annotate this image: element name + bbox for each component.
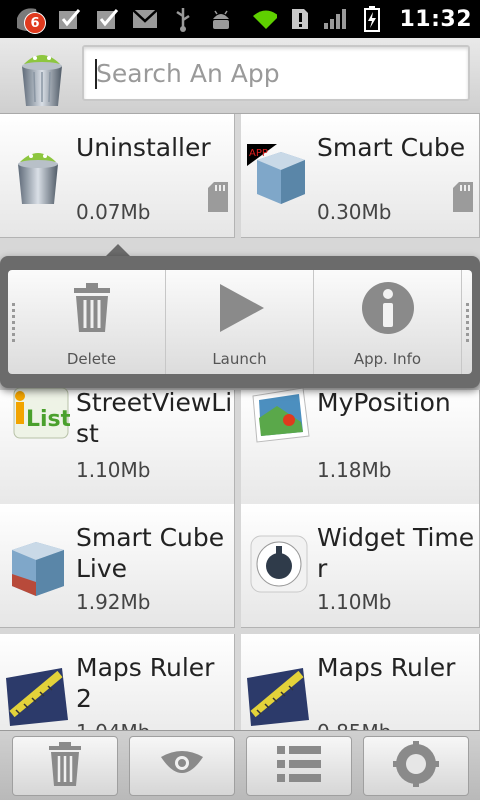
left-grip bbox=[8, 270, 18, 374]
status-bar: 6 11:32 bbox=[0, 0, 480, 38]
app-name: Widget Timer bbox=[317, 523, 475, 583]
app-size: 1.10Mb bbox=[76, 458, 151, 482]
settings-icon bbox=[392, 740, 439, 791]
app-tile-maps-ruler[interactable]: Maps Ruler 0.85Mb bbox=[241, 634, 480, 730]
app-tile-uninstaller[interactable]: Uninstaller 0.07Mb bbox=[0, 114, 235, 238]
app-size: 0.85Mb bbox=[317, 720, 391, 730]
wifi-icon bbox=[251, 6, 278, 32]
myposition-icon bbox=[247, 384, 311, 448]
app-name: StreetViewList bbox=[76, 388, 233, 448]
smart-cube-app-icon: APP bbox=[247, 144, 311, 208]
app-size: 1.10Mb bbox=[317, 590, 392, 614]
sd-card-icon bbox=[451, 182, 475, 212]
battery-charging-icon bbox=[359, 6, 385, 32]
app-tile-smart-cube[interactable]: APP Smart Cube 0.30Mb bbox=[241, 114, 480, 238]
android-debug-icon[interactable] bbox=[208, 6, 234, 32]
app-tile-widget-timer[interactable]: Widget Timer 1.10Mb bbox=[241, 504, 480, 628]
right-grip bbox=[462, 270, 472, 374]
app-grid: Uninstaller 0.07Mb APP Smart Cube 0.30Mb… bbox=[0, 114, 480, 730]
play-icon bbox=[212, 280, 268, 336]
streetviewlist-icon: List bbox=[6, 382, 72, 446]
app-tile-maps-ruler-2[interactable]: Maps Ruler 2 1.04Mb bbox=[0, 634, 235, 730]
quick-action-bar: Delete Launch App. Info bbox=[8, 270, 472, 374]
list-toolbar-button[interactable] bbox=[245, 735, 352, 796]
alert-icon bbox=[287, 6, 313, 32]
text-cursor bbox=[95, 59, 97, 89]
app-tile-streetviewlist[interactable]: List StreetViewList 1.10Mb bbox=[0, 387, 235, 514]
app-notification-icon[interactable]: 6 bbox=[14, 4, 46, 34]
gmail-icon[interactable] bbox=[132, 6, 158, 32]
usb-icon[interactable] bbox=[170, 6, 196, 32]
smart-cube-live-icon bbox=[6, 534, 70, 598]
action-label: App. Info bbox=[353, 350, 422, 368]
maps-ruler-icon bbox=[247, 664, 311, 728]
app-header bbox=[0, 38, 480, 114]
search-box[interactable] bbox=[82, 45, 470, 101]
settings-toolbar-button[interactable] bbox=[362, 735, 469, 796]
app-size: 1.04Mb bbox=[76, 720, 150, 730]
maps-ruler-icon bbox=[6, 664, 70, 728]
quick-action-popup: Delete Launch App. Info bbox=[0, 256, 480, 388]
widget-timer-icon bbox=[247, 532, 311, 596]
app-name: Maps Ruler bbox=[317, 653, 456, 682]
sd-card-icon bbox=[206, 182, 230, 212]
uninstaller-icon bbox=[6, 142, 70, 206]
app-size: 0.07Mb bbox=[76, 200, 151, 224]
app-tile-myposition[interactable]: MyPosition 1.18Mb bbox=[241, 387, 480, 514]
launch-action-button[interactable]: Launch bbox=[166, 270, 314, 374]
app-size: 1.92Mb bbox=[76, 590, 151, 614]
trash-icon bbox=[45, 741, 85, 790]
bottom-toolbar bbox=[0, 730, 480, 800]
uninstaller-trash-icon[interactable] bbox=[14, 44, 70, 108]
app-size: 1.18Mb bbox=[317, 458, 392, 482]
app-name: Uninstaller bbox=[76, 133, 211, 162]
list-icon bbox=[276, 744, 321, 788]
app-name: Smart Cube bbox=[317, 133, 466, 162]
checkbox-icon[interactable] bbox=[94, 6, 120, 32]
app-info-action-button[interactable]: App. Info bbox=[314, 270, 462, 374]
action-label: Launch bbox=[212, 350, 267, 368]
search-input[interactable] bbox=[84, 47, 468, 99]
trash-icon bbox=[64, 280, 120, 336]
svg-text:List: List bbox=[26, 407, 70, 432]
eye-icon bbox=[159, 749, 205, 783]
info-icon bbox=[360, 280, 416, 336]
app-tile-smart-cube-live[interactable]: Smart Cube Live 1.92Mb bbox=[0, 504, 235, 628]
svg-text:APP: APP bbox=[249, 148, 268, 159]
signal-icon bbox=[323, 6, 349, 32]
app-size: 0.30Mb bbox=[317, 200, 392, 224]
app-name: Maps Ruler 2 bbox=[76, 653, 215, 713]
delete-toolbar-button[interactable] bbox=[11, 735, 118, 796]
notification-count-badge: 6 bbox=[24, 12, 46, 34]
view-toolbar-button[interactable] bbox=[128, 735, 235, 796]
app-name: Smart Cube Live bbox=[76, 523, 225, 583]
action-label: Delete bbox=[66, 350, 117, 368]
app-name: MyPosition bbox=[317, 388, 451, 417]
delete-action-button[interactable]: Delete bbox=[18, 270, 166, 374]
clock: 11:32 bbox=[399, 6, 472, 32]
checkbox-icon[interactable] bbox=[56, 6, 82, 32]
